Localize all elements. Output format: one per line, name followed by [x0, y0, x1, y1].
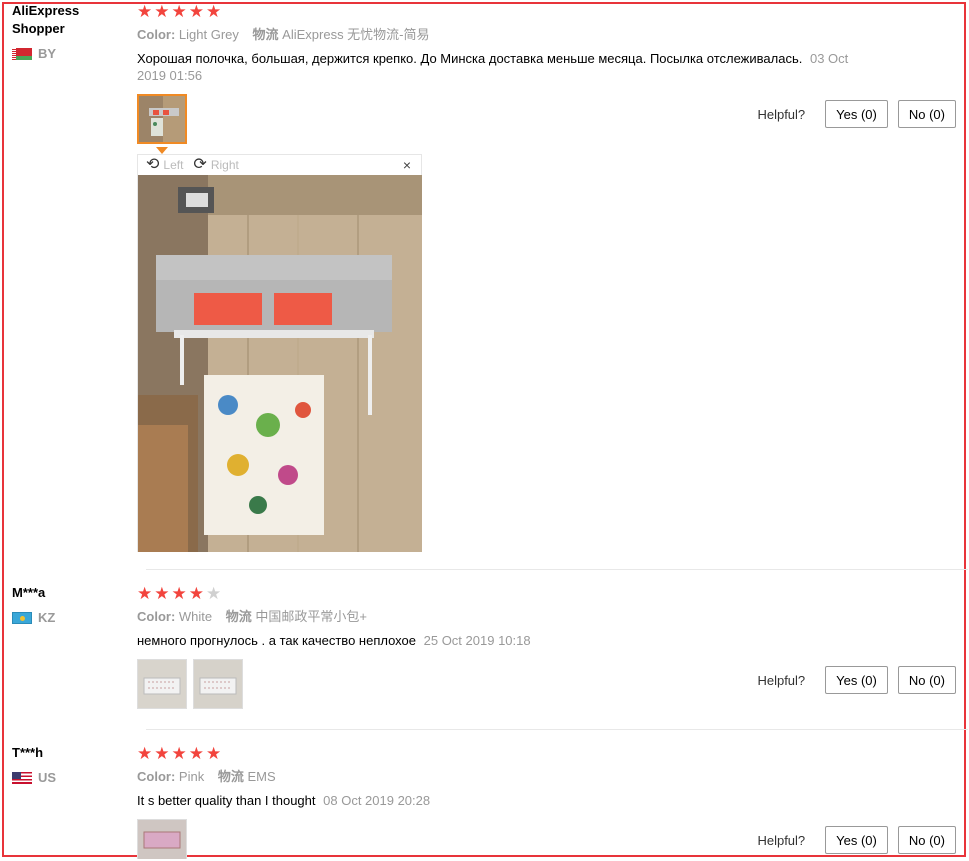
review-item: AliExpress Shopper BY ★ ★ ★ ★ ★ Color: L…	[12, 2, 956, 562]
flag-kz-icon	[12, 611, 32, 624]
logistics-value: 中国邮政平常小包+	[255, 609, 367, 624]
star-icon: ★	[171, 1, 187, 21]
reviewer-name: T***h	[12, 745, 44, 760]
photo-thumbnail[interactable]	[193, 659, 243, 709]
star-empty-icon: ★	[206, 583, 222, 603]
star-rating: ★ ★ ★ ★ ★	[137, 584, 957, 602]
photo-viewer: ⟲ Left ⟳ Right ×	[137, 154, 422, 552]
helpful-label: Helpful?	[757, 106, 806, 122]
rotate-left-icon: ⟲	[146, 156, 160, 173]
color-value: Light Grey	[178, 27, 239, 42]
helpful-yes-button[interactable]: Yes (0)	[825, 100, 888, 128]
review-date: 25 Oct 2019 10:18	[423, 633, 531, 648]
logistics-key: 物流	[225, 609, 252, 624]
review-item: M***a KZ ★ ★ ★ ★ ★ Color: White 物流 中国邮政平…	[12, 584, 956, 724]
logistics-key: 物流	[217, 769, 244, 784]
viewer-toolbar: ⟲ Left ⟳ Right ×	[138, 155, 421, 175]
color-key: Color:	[137, 27, 176, 42]
photo-thumbnail[interactable]	[137, 819, 187, 859]
star-icon: ★	[137, 1, 153, 21]
logistics-key: 物流	[252, 27, 279, 42]
logistics-value: EMS	[247, 769, 276, 784]
reviewer-country: KZ	[12, 610, 122, 625]
shelf-photo	[138, 175, 422, 552]
helpful-no-button[interactable]: No (0)	[897, 100, 956, 128]
star-icon: ★	[154, 743, 170, 763]
photo-thumbnail-image	[138, 820, 186, 859]
review-attributes: Color: Light Grey 物流 AliExpress 无忧物流-简易	[137, 26, 957, 44]
helpful-no-button[interactable]: No (0)	[897, 666, 956, 694]
photo-thumbnail[interactable]	[137, 659, 187, 709]
star-icon: ★	[188, 1, 204, 21]
country-code: US	[38, 770, 57, 785]
viewer-pointer	[156, 147, 168, 154]
star-icon: ★	[171, 743, 187, 763]
review-text-content: It s better quality than I thought	[137, 793, 316, 808]
star-icon: ★	[206, 1, 222, 21]
reviewer-info: T***h US	[12, 744, 122, 785]
color-value: Pink	[178, 769, 205, 784]
reviewer-name: AliExpress Shopper	[12, 3, 80, 36]
helpful-yes-button[interactable]: Yes (0)	[825, 666, 888, 694]
photo-thumbnail[interactable]	[137, 94, 187, 144]
country-code: BY	[38, 46, 57, 61]
review-attributes: Color: Pink 物流 EMS	[137, 768, 957, 786]
star-icon: ★	[137, 743, 153, 763]
review-photo-large	[138, 175, 422, 552]
color-key: Color:	[137, 609, 176, 624]
rotate-left-label: Left	[163, 158, 184, 172]
photo-thumbnail-image	[138, 660, 186, 708]
photo-thumbnail-image	[139, 96, 185, 142]
helpful-no-button[interactable]: No (0)	[897, 826, 956, 854]
review-divider	[146, 729, 968, 730]
reviewer-info: M***a KZ	[12, 584, 122, 625]
photo-thumbnail-image	[194, 660, 242, 708]
star-icon: ★	[154, 583, 170, 603]
helpful-yes-button[interactable]: Yes (0)	[825, 826, 888, 854]
flag-by-icon	[12, 47, 32, 60]
helpful-vote: Helpful? Yes (0) No (0)	[757, 100, 956, 128]
review-text-content: немного прогнулось . а так качество непл…	[137, 633, 416, 648]
color-value: White	[178, 609, 213, 624]
review-text-content: Хорошая полочка, большая, держится крепк…	[137, 51, 803, 66]
review-text: немного прогнулось . а так качество непл…	[137, 632, 867, 649]
reviewer-country: BY	[12, 46, 122, 61]
helpful-vote: Helpful? Yes (0) No (0)	[757, 666, 956, 694]
review-attributes: Color: White 物流 中国邮政平常小包+	[137, 608, 957, 626]
reviewer-name: M***a	[12, 585, 46, 600]
star-icon: ★	[188, 583, 204, 603]
star-icon: ★	[171, 583, 187, 603]
color-key: Color:	[137, 769, 176, 784]
star-rating: ★ ★ ★ ★ ★	[137, 2, 957, 20]
helpful-vote: Helpful? Yes (0) No (0)	[757, 826, 956, 854]
star-icon: ★	[137, 583, 153, 603]
country-code: KZ	[38, 610, 56, 625]
star-rating: ★ ★ ★ ★ ★	[137, 744, 957, 762]
rotate-right-button[interactable]: ⟳ Right	[193, 157, 238, 173]
star-icon: ★	[188, 743, 204, 763]
close-icon[interactable]: ×	[403, 157, 411, 173]
flag-us-icon	[12, 771, 32, 784]
helpful-label: Helpful?	[757, 672, 806, 688]
reviewer-info: AliExpress Shopper BY	[12, 2, 122, 61]
rotate-right-icon: ⟳	[193, 156, 207, 173]
star-icon: ★	[154, 1, 170, 21]
logistics-value: AliExpress 无忧物流-简易	[282, 27, 430, 42]
reviewer-country: US	[12, 770, 122, 785]
review-text: It s better quality than I thought 08 Oc…	[137, 792, 867, 809]
star-icon: ★	[206, 743, 222, 763]
review-date: 08 Oct 2019 20:28	[323, 793, 431, 808]
helpful-label: Helpful?	[757, 832, 806, 848]
review-text: Хорошая полочка, большая, держится крепк…	[137, 50, 867, 84]
rotate-left-button[interactable]: ⟲ Left	[146, 157, 183, 173]
review-item: T***h US ★ ★ ★ ★ ★ Color: Pink 物流 EMS It…	[12, 744, 957, 859]
rotate-right-label: Right	[210, 158, 239, 172]
review-divider	[146, 569, 968, 570]
